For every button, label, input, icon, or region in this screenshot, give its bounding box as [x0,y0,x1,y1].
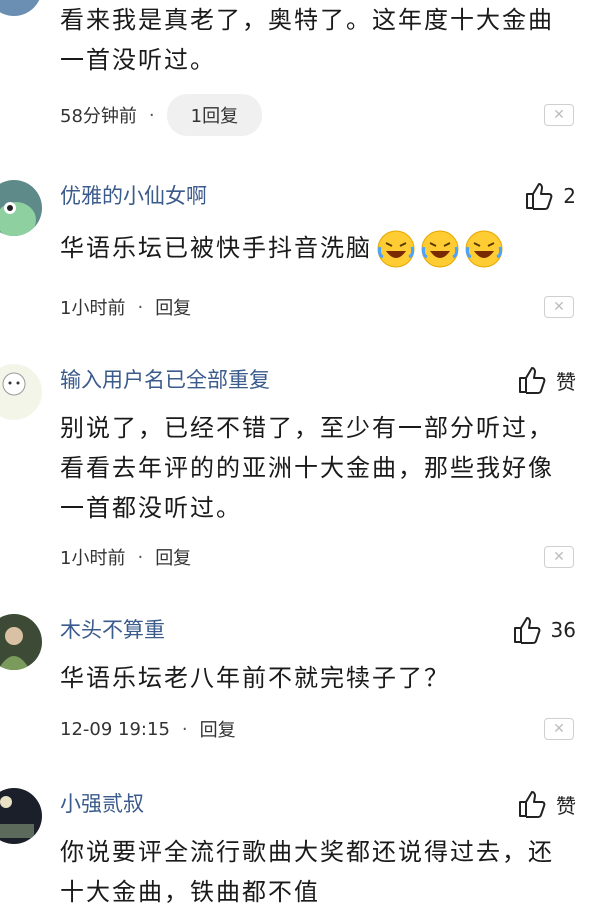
username[interactable]: 木头不算重 [60,614,165,644]
thumbs-up-icon [519,367,546,394]
username[interactable]: 优雅的小仙女啊 [60,180,207,210]
comment-text: 别说了，已经不错了，至少有一部分听过，看看去年评的的亚洲十大金曲，那些我好像一首… [60,414,554,522]
comment-time: 58分钟前 [60,106,137,127]
comment-meta: 58分钟前 · 1回复 [60,94,263,136]
comment-time: 12-09 19:15 [60,718,170,740]
close-icon[interactable]: ✕ [544,104,574,126]
crying-laughing-emoji [421,230,459,268]
like-button[interactable]: 2 [523,180,576,212]
comment-item: 输入用户名已全部重复 赞 别说了，已经不错了，至少有一部分听过，看看去年评的的亚… [0,362,600,582]
comment-item: 看来我是真老了，奥特了。这年度十大金曲一首没听过。 58分钟前 · 1回复 ✕ [0,0,600,150]
comment-text: 看来我是真老了，奥特了。这年度十大金曲一首没听过。 [60,6,554,74]
avatar[interactable] [0,364,42,420]
avatar-image [0,614,42,670]
close-icon[interactable]: ✕ [544,296,574,318]
avatar[interactable] [0,614,42,670]
thumbs-up-icon [513,617,540,644]
comment-time: 1小时前 [60,548,126,569]
avatar-image [0,180,42,236]
comment-text: 华语乐坛老八年前不就完犊子了？ [60,664,450,692]
close-icon[interactable]: ✕ [544,718,574,740]
crying-laughing-emoji [377,230,415,268]
avatar-image [0,788,42,844]
comment-item: 优雅的小仙女啊 2 华语乐坛已被快手抖音洗脑 1小时前 · 回复 ✕ [0,178,600,338]
thumbs-up-icon [519,791,546,818]
username[interactable]: 小强贰叔 [60,788,144,818]
separator-dot: · [148,104,155,126]
like-count: 36 [550,618,576,642]
reply-button[interactable]: 回复 [155,544,191,570]
comment-meta: 1小时前 · 回复 [60,544,191,570]
reply-button[interactable]: 回复 [200,716,236,742]
reply-count-button[interactable]: 1回复 [166,94,263,136]
comment-text-content: 华语乐坛已被快手抖音洗脑 [60,234,372,262]
comment-meta: 1小时前 · 回复 [60,294,191,320]
like-button[interactable]: 赞 [516,364,576,396]
avatar-image [0,364,42,420]
username[interactable]: 输入用户名已全部重复 [60,364,270,394]
like-button[interactable]: 赞 [516,788,576,820]
separator-dot: · [137,546,144,568]
comment-item: 小强贰叔 赞 你说要评全流行歌曲大奖都还说得过去，还十大金曲，铁曲都不值 [0,786,600,920]
comment-time: 1小时前 [60,298,126,319]
comment-text: 你说要评全流行歌曲大奖都还说得过去，还十大金曲，铁曲都不值 [60,838,554,906]
close-icon[interactable]: ✕ [544,546,574,568]
like-label: 赞 [556,793,576,818]
like-label: 赞 [556,369,576,394]
like-button[interactable]: 36 [511,614,576,646]
separator-dot: · [137,296,144,318]
comment-text: 华语乐坛已被快手抖音洗脑 [60,228,560,269]
thumbs-up-icon [526,183,553,210]
avatar[interactable] [0,0,42,16]
separator-dot: · [181,718,188,740]
avatar[interactable] [0,180,42,236]
reply-button[interactable]: 回复 [155,294,191,320]
avatar[interactable] [0,788,42,844]
like-count: 2 [563,184,576,208]
comment-item: 木头不算重 36 华语乐坛老八年前不就完犊子了？ 12-09 19:15 · 回… [0,612,600,762]
comment-meta: 12-09 19:15 · 回复 [60,716,236,742]
crying-laughing-emoji [465,230,503,268]
